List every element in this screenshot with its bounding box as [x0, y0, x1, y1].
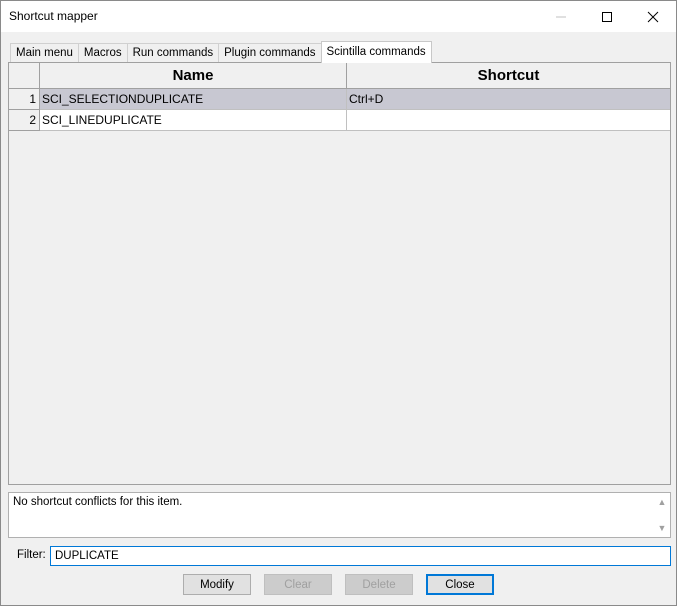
- conflict-info-box[interactable]: No shortcut conflicts for this item. ▲ ▼: [8, 492, 671, 538]
- tab-main-menu[interactable]: Main menu: [10, 43, 79, 63]
- tab-scintilla-commands[interactable]: Scintilla commands: [320, 41, 432, 63]
- tab-plugin-commands[interactable]: Plugin commands: [218, 43, 322, 63]
- conflict-message: No shortcut conflicts for this item.: [13, 496, 183, 508]
- cell-shortcut[interactable]: [347, 110, 670, 131]
- row-number: 2: [9, 110, 40, 131]
- clear-button[interactable]: Clear: [264, 574, 332, 595]
- close-icon: [647, 11, 659, 22]
- cell-name[interactable]: SCI_LINEDUPLICATE: [40, 110, 347, 131]
- shortcut-mapper-window: Shortcut mapper Main menu Macros Run com…: [0, 0, 677, 606]
- close-window-button[interactable]: [630, 1, 676, 32]
- column-header-shortcut[interactable]: Shortcut: [347, 63, 670, 89]
- tab-strip: Main menu Macros Run commands Plugin com…: [10, 41, 432, 63]
- filter-label: Filter:: [17, 549, 46, 561]
- title-bar: Shortcut mapper: [1, 1, 676, 32]
- maximize-button[interactable]: [584, 1, 630, 32]
- column-header-name[interactable]: Name: [40, 63, 347, 89]
- grid-corner: [9, 63, 40, 89]
- table-row[interactable]: 1 SCI_SELECTIONDUPLICATE Ctrl+D: [9, 89, 670, 110]
- row-number: 1: [9, 89, 40, 110]
- scroll-down-icon[interactable]: ▼: [656, 522, 668, 534]
- minimize-icon: [556, 16, 566, 17]
- delete-button[interactable]: Delete: [345, 574, 413, 595]
- modify-button[interactable]: Modify: [183, 574, 251, 595]
- filter-input[interactable]: [50, 546, 671, 566]
- tab-macros[interactable]: Macros: [77, 43, 128, 63]
- close-button[interactable]: Close: [426, 574, 494, 595]
- maximize-icon: [602, 11, 612, 22]
- table-row[interactable]: 2 SCI_LINEDUPLICATE: [9, 110, 670, 131]
- shortcut-grid[interactable]: Name Shortcut 1 SCI_SELECTIONDUPLICATE C…: [8, 62, 671, 485]
- cell-name[interactable]: SCI_SELECTIONDUPLICATE: [40, 89, 347, 110]
- tab-run-commands[interactable]: Run commands: [126, 43, 220, 63]
- minimize-button[interactable]: [538, 1, 584, 32]
- cell-shortcut[interactable]: Ctrl+D: [347, 89, 670, 110]
- window-title: Shortcut mapper: [9, 9, 98, 23]
- scroll-up-icon[interactable]: ▲: [656, 496, 668, 508]
- grid-header: Name Shortcut: [9, 63, 670, 89]
